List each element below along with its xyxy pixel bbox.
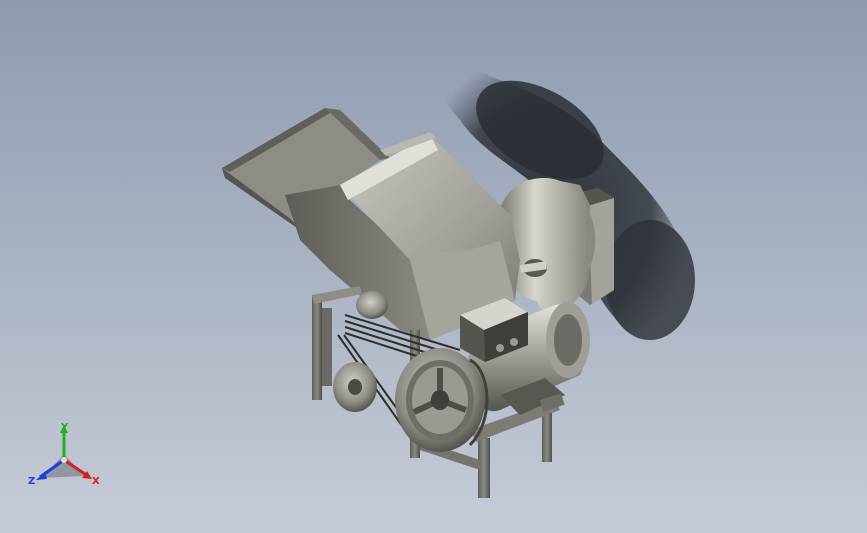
triad-origin [61, 457, 67, 463]
large-pulley[interactable] [395, 348, 489, 452]
x-axis-label: X [92, 476, 100, 487]
y-axis-label: Y [60, 422, 69, 433]
model-scene[interactable] [0, 0, 867, 533]
z-axis-label: Z [28, 476, 35, 487]
graphics-viewport[interactable]: Y X Z [0, 0, 867, 533]
view-orientation-triad[interactable]: Y X Z [24, 420, 104, 490]
